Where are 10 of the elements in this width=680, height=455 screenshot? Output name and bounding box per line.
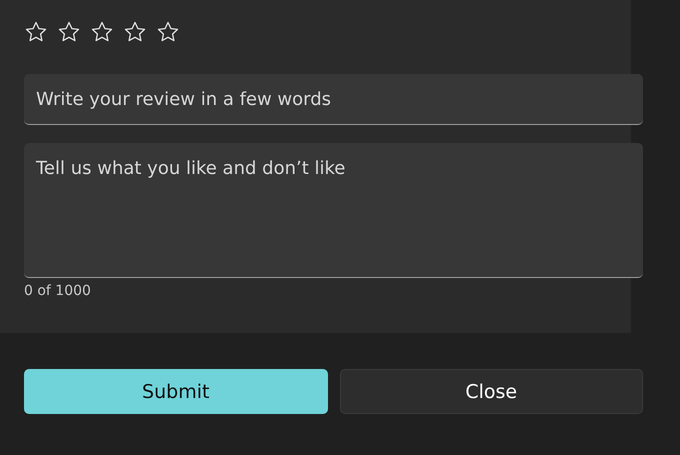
star-icon[interactable] [156,20,180,44]
submit-button[interactable]: Submit [24,369,328,414]
character-counter: 0 of 1000 [24,283,91,299]
star-icon[interactable] [123,20,147,44]
star-icon[interactable] [90,20,114,44]
review-title-field[interactable]: Write your review in a few words [24,74,643,125]
close-button[interactable]: Close [340,369,643,414]
star-icon[interactable] [57,20,81,44]
review-text-field[interactable]: Tell us what you like and don’t like [24,143,643,278]
star-icon[interactable] [24,20,48,44]
